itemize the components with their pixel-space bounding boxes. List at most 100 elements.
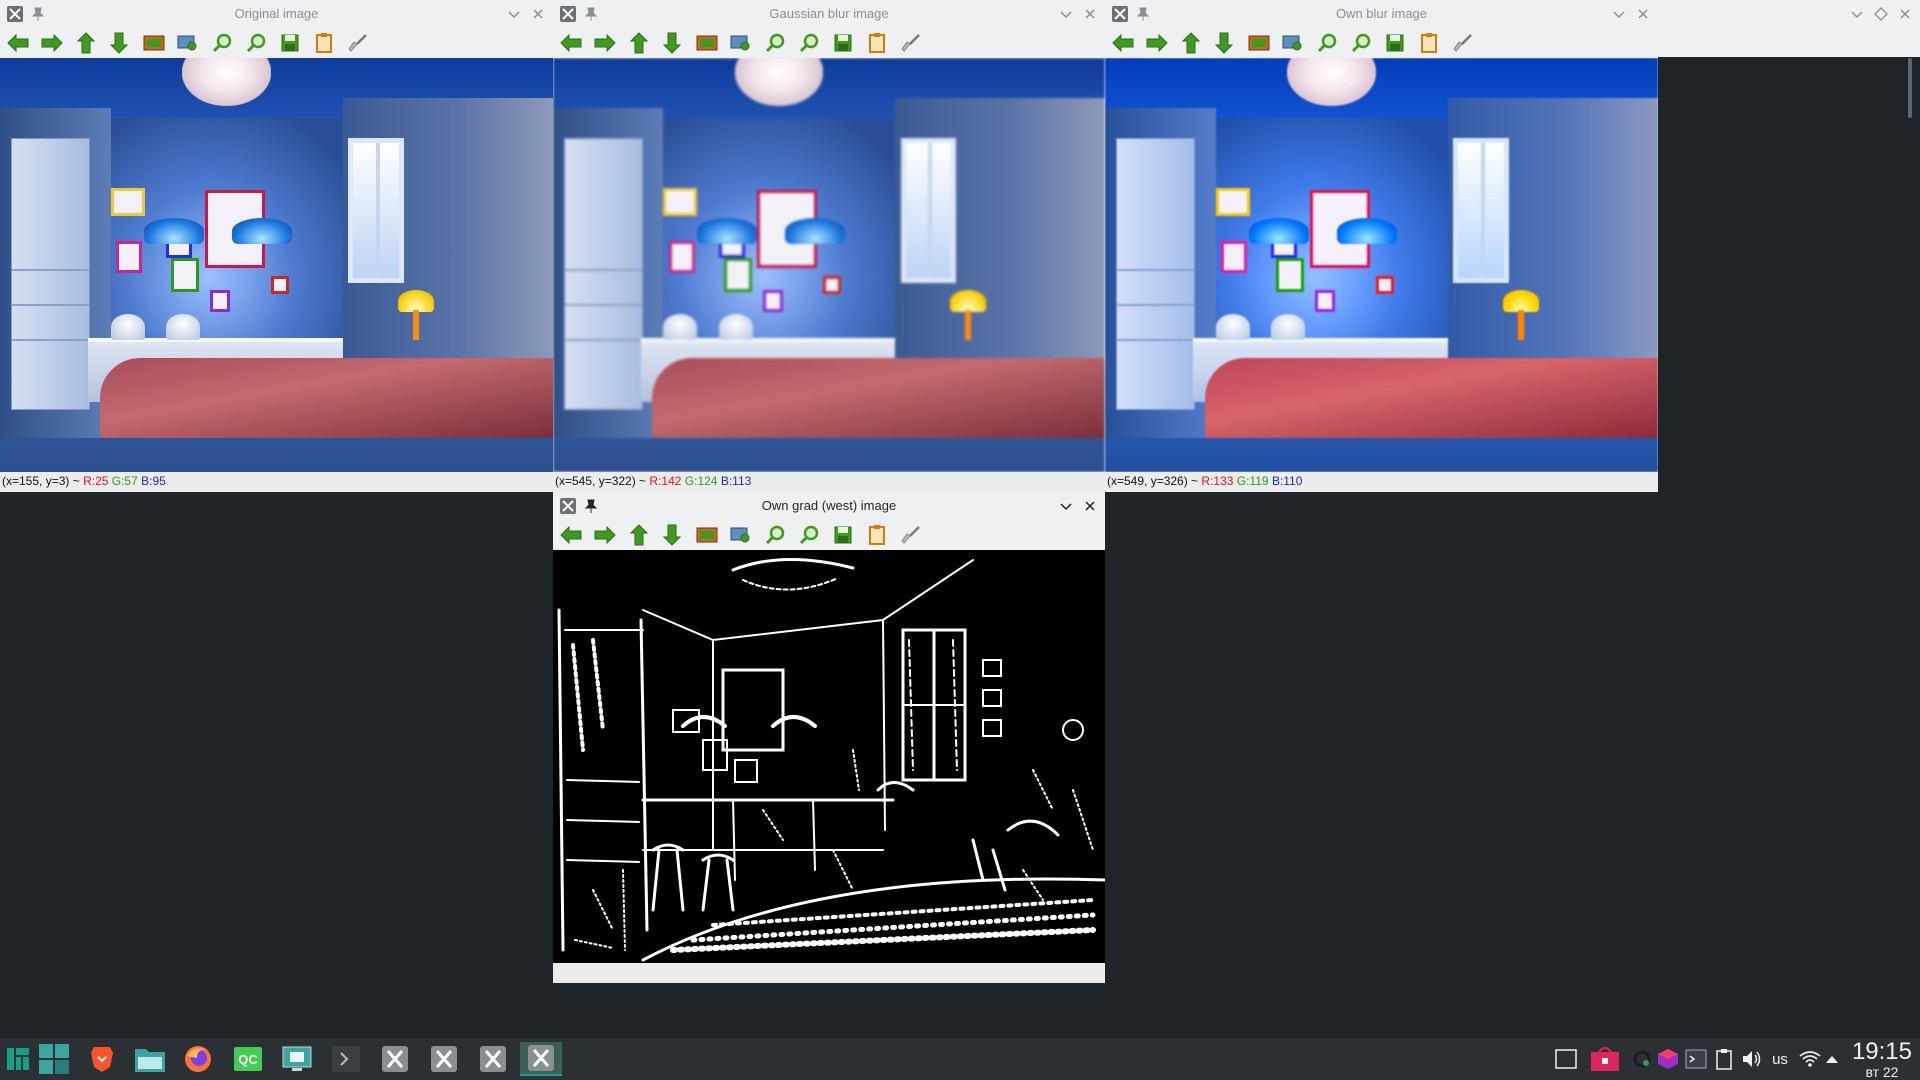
window-title: Own grad (west) image (761, 498, 897, 513)
clear-button[interactable] (1450, 31, 1476, 55)
taskbar-firefox[interactable] (180, 1042, 216, 1076)
tray-package-manager[interactable] (1656, 1047, 1680, 1071)
arrow-left-icon (1112, 34, 1134, 52)
clear-button[interactable] (345, 31, 371, 55)
pan-up-button[interactable] (626, 523, 652, 547)
titlebar[interactable]: Original image (0, 0, 553, 28)
pan-down-button[interactable] (106, 31, 132, 55)
close-icon[interactable] (531, 7, 545, 21)
app-menu-button[interactable] (0, 1042, 36, 1076)
taskbar-opencv-window-4[interactable] (520, 1042, 562, 1076)
chevron-down-icon[interactable] (1612, 7, 1626, 21)
zoom-reset-button[interactable] (141, 31, 167, 55)
pixel-coords: (x=549, y=326) ~ (1107, 474, 1199, 488)
pan-left-button[interactable] (558, 523, 584, 547)
tray-volume[interactable] (1740, 1047, 1764, 1071)
scrollbar[interactable] (1908, 58, 1912, 118)
clear-button[interactable] (898, 31, 924, 55)
properties-button[interactable] (864, 523, 890, 547)
properties-icon (869, 525, 885, 545)
zoom-fit-icon (1282, 35, 1302, 51)
zoom-reset-button[interactable] (1246, 31, 1272, 55)
zoom-out-button[interactable] (796, 31, 822, 55)
zoom-reset-button[interactable] (694, 523, 720, 547)
zoom-in-button[interactable] (762, 31, 788, 55)
show-desktop-button[interactable] (36, 1042, 72, 1076)
properties-button[interactable] (311, 31, 337, 55)
zoom-in-icon (1317, 33, 1337, 53)
tray-store[interactable] (1590, 1047, 1620, 1071)
zoom-fit-button[interactable] (175, 31, 201, 55)
zoom-in-button[interactable] (209, 31, 235, 55)
pan-up-button[interactable] (626, 31, 652, 55)
zoom-fit-button[interactable] (1280, 31, 1306, 55)
zoom-in-button[interactable] (1314, 31, 1340, 55)
brush-icon (348, 34, 367, 52)
pan-right-button[interactable] (592, 523, 618, 547)
zoom-out-button[interactable] (796, 523, 822, 547)
taskbar-file-manager[interactable] (132, 1042, 168, 1076)
image-canvas[interactable] (0, 58, 553, 472)
close-icon[interactable] (1636, 7, 1650, 21)
properties-button[interactable] (864, 31, 890, 55)
pan-right-button[interactable] (592, 31, 618, 55)
image-canvas[interactable] (1105, 58, 1658, 472)
pan-left-button[interactable] (5, 31, 31, 55)
maximize-icon[interactable] (1874, 7, 1888, 21)
pan-up-button[interactable] (73, 31, 99, 55)
tray-terminal[interactable] (1684, 1047, 1708, 1071)
chevron-down-icon[interactable] (1850, 7, 1864, 21)
taskbar-opencv-window-1[interactable] (377, 1042, 413, 1076)
image-canvas[interactable] (553, 550, 1105, 963)
pan-left-button[interactable] (1110, 31, 1136, 55)
titlebar[interactable]: Own blur image (1105, 0, 1658, 28)
save-button[interactable] (830, 523, 856, 547)
zoom-reset-button[interactable] (694, 31, 720, 55)
close-icon[interactable] (1898, 7, 1912, 21)
tray-update-notifier[interactable] (1630, 1047, 1654, 1071)
clock[interactable]: 19:15 вт 22 (1852, 1039, 1912, 1080)
close-icon[interactable] (1083, 7, 1097, 21)
chevron-down-icon[interactable] (507, 7, 521, 21)
pan-up-button[interactable] (1178, 31, 1204, 55)
pan-down-button[interactable] (659, 523, 685, 547)
zoom-out-button[interactable] (1348, 31, 1374, 55)
zoom-reset-icon (696, 35, 718, 51)
tray-clipboard[interactable] (1712, 1047, 1736, 1071)
titlebar[interactable]: Gaussian blur image (553, 0, 1105, 28)
tray-wifi[interactable] (1798, 1047, 1822, 1071)
image-canvas[interactable] (553, 58, 1105, 472)
save-button[interactable] (277, 31, 303, 55)
zoom-in-button[interactable] (762, 523, 788, 547)
zoom-fit-button[interactable] (728, 31, 754, 55)
pan-down-button[interactable] (659, 31, 685, 55)
chevron-down-icon[interactable] (1059, 7, 1073, 21)
tray-window-list[interactable] (1554, 1047, 1578, 1071)
properties-button[interactable] (1416, 31, 1442, 55)
tray-expand[interactable] (1824, 1047, 1840, 1071)
zoom-out-button[interactable] (243, 31, 269, 55)
taskbar-terminal[interactable] (328, 1042, 364, 1076)
pan-left-button[interactable] (558, 31, 584, 55)
close-icon[interactable] (1083, 499, 1097, 513)
pan-right-button[interactable] (1144, 31, 1170, 55)
zoom-fit-button[interactable] (728, 523, 754, 547)
taskbar-screenshot[interactable] (279, 1042, 315, 1076)
taskbar-qt-creator[interactable]: QC (230, 1042, 266, 1076)
room-image (0, 58, 553, 472)
pan-down-button[interactable] (1211, 31, 1237, 55)
pan-right-button[interactable] (39, 31, 65, 55)
save-button[interactable] (1382, 31, 1408, 55)
taskbar-opencv-window-2[interactable] (426, 1042, 462, 1076)
clear-button[interactable] (898, 523, 924, 547)
empty-window-titlebar[interactable] (1658, 0, 1920, 118)
pixel-coords: (x=545, y=322) ~ (555, 474, 647, 488)
save-button[interactable] (830, 31, 856, 55)
room-image-blurred (553, 58, 1105, 472)
chevron-down-icon[interactable] (1059, 499, 1073, 513)
titlebar[interactable]: Own grad (west) image (553, 492, 1105, 520)
taskbar-brave[interactable] (84, 1042, 120, 1076)
taskbar-opencv-window-3[interactable] (475, 1042, 511, 1076)
tray-keyboard-layout[interactable]: us (1766, 1047, 1794, 1071)
pixel-red: R:133 (1201, 474, 1234, 488)
